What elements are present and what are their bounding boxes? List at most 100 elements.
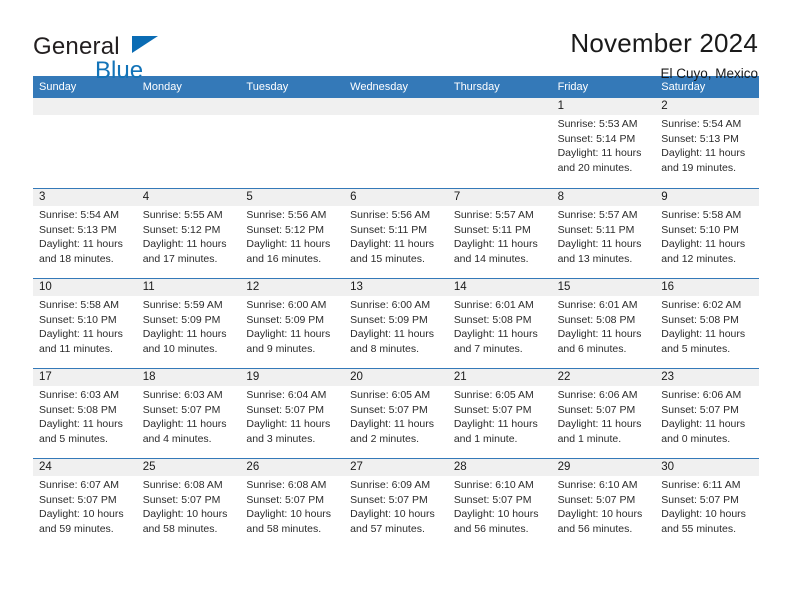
sunrise-text: Sunrise: 6:03 AM (39, 389, 119, 401)
sunrise-text: Sunrise: 6:01 AM (453, 299, 534, 311)
calendar-day-cell[interactable]: 26 Sunrise: 6:08 AM Sunset: 5:07 PM Dayligh… (240, 459, 345, 548)
daylight-text: Daylight: 11 hours and 20 minutes. (557, 147, 642, 174)
day-sun-info: Sunrise: 6:01 AM Sunset: 5:08 PM Daylight:… (552, 296, 656, 356)
sunset-text: Sunset: 5:07 PM (246, 403, 325, 416)
sunset-text: Sunset: 5:11 PM (350, 223, 427, 236)
daylight-text: Daylight: 10 hours and 58 minutes. (142, 508, 228, 535)
sunrise-text: Sunrise: 6:06 AM (661, 389, 742, 401)
day-number (447, 98, 552, 115)
calendar-day-cell[interactable]: 30 Sunrise: 6:11 AM Sunset: 5:07 PM Dayligh… (655, 459, 759, 548)
calendar-day-cell[interactable]: 29 Sunrise: 6:10 AM Sunset: 5:07 PM Dayligh… (551, 459, 656, 548)
calendar-day-cell[interactable]: 15 Sunrise: 6:01 AM Sunset: 5:08 PM Dayligh… (551, 279, 656, 368)
calendar-day-cell[interactable]: 17 Sunrise: 6:03 AM Sunset: 5:08 PM Dayligh… (33, 369, 137, 458)
sunrise-text: Sunrise: 6:06 AM (557, 389, 638, 401)
weekday-header-wednesday: Wednesday (350, 81, 409, 93)
calendar-day-cell[interactable]: 3 Sunrise: 5:54 AM Sunset: 5:13 PM Daylight… (33, 189, 137, 278)
sunset-text: Sunset: 5:09 PM (142, 313, 221, 326)
day-sun-info: Sunrise: 5:56 AM Sunset: 5:12 PM Daylight:… (240, 206, 344, 266)
day-number: 23 (655, 369, 759, 386)
day-sun-info: Sunrise: 5:54 AM Sunset: 5:13 PM Daylight:… (33, 206, 137, 266)
day-sun-info: Sunrise: 6:01 AM Sunset: 5:08 PM Daylight:… (448, 296, 552, 356)
sunset-text: Sunset: 5:13 PM (39, 223, 117, 236)
sunrise-text: Sunrise: 6:03 AM (142, 389, 223, 401)
calendar-day-cell[interactable]: 28 Sunrise: 6:10 AM Sunset: 5:07 PM Dayligh… (447, 459, 552, 548)
sunrise-text: Sunrise: 5:58 AM (39, 299, 119, 311)
sunrise-text: Sunrise: 5:56 AM (350, 209, 431, 221)
daylight-text: Daylight: 11 hours and 1 minute. (453, 418, 538, 445)
calendar-day-cell[interactable]: 4 Sunrise: 5:55 AM Sunset: 5:12 PM Daylight… (136, 189, 241, 278)
calendar-day-cell[interactable]: 2 Sunrise: 5:54 AM Sunset: 5:13 PM Daylight… (655, 98, 759, 188)
day-number: 28 (447, 459, 552, 476)
day-sun-info: Sunrise: 5:56 AM Sunset: 5:11 PM Daylight:… (344, 206, 448, 266)
sunset-text: Sunset: 5:08 PM (39, 403, 117, 416)
calendar-day-cell[interactable]: 6 Sunrise: 5:56 AM Sunset: 5:11 PM Daylight… (344, 189, 448, 278)
calendar-day-cell[interactable]: 23 Sunrise: 6:06 AM Sunset: 5:07 PM Dayligh… (655, 369, 759, 458)
brand-name-blue: Blue (95, 57, 144, 84)
sunrise-text: Sunrise: 6:01 AM (557, 299, 638, 311)
daylight-text: Daylight: 11 hours and 15 minutes. (350, 238, 434, 265)
daylight-text: Daylight: 11 hours and 9 minutes. (246, 328, 331, 355)
sunrise-text: Sunrise: 5:57 AM (557, 209, 638, 221)
calendar-day-cell[interactable]: 7 Sunrise: 5:57 AM Sunset: 5:11 PM Daylight… (447, 189, 552, 278)
sunrise-text: Sunrise: 6:02 AM (661, 299, 742, 311)
calendar-day-cell[interactable]: 20 Sunrise: 6:05 AM Sunset: 5:07 PM Dayligh… (344, 369, 448, 458)
daylight-text: Daylight: 11 hours and 8 minutes. (350, 328, 434, 355)
day-number (344, 98, 448, 115)
calendar-day-cell[interactable]: 14 Sunrise: 6:01 AM Sunset: 5:08 PM Dayligh… (447, 279, 552, 368)
sunrise-text: Sunrise: 6:05 AM (350, 389, 431, 401)
calendar-day-cell[interactable]: 27 Sunrise: 6:09 AM Sunset: 5:07 PM Dayligh… (344, 459, 448, 548)
day-number: 6 (344, 189, 448, 206)
sunset-text: Sunset: 5:11 PM (453, 223, 531, 236)
daylight-text: Daylight: 11 hours and 6 minutes. (557, 328, 642, 355)
calendar-day-cell[interactable]: 16 Sunrise: 6:02 AM Sunset: 5:08 PM Dayligh… (655, 279, 759, 368)
sunrise-text: Sunrise: 6:11 AM (661, 479, 741, 491)
calendar-day-cell[interactable]: 8 Sunrise: 5:57 AM Sunset: 5:11 PM Daylight… (551, 189, 656, 278)
day-sun-info: Sunrise: 5:57 AM Sunset: 5:11 PM Daylight:… (552, 206, 656, 266)
day-number: 4 (136, 189, 241, 206)
sunset-text: Sunset: 5:12 PM (246, 223, 325, 236)
sunrise-text: Sunrise: 6:00 AM (350, 299, 431, 311)
calendar-day-cell[interactable]: 9 Sunrise: 5:58 AM Sunset: 5:10 PM Daylight… (655, 189, 759, 278)
day-number (240, 98, 345, 115)
page-title: November 2024 (570, 28, 758, 58)
day-sun-info: Sunrise: 5:58 AM Sunset: 5:10 PM Daylight:… (33, 296, 137, 356)
day-number: 11 (136, 279, 241, 296)
calendar-day-cell[interactable]: 1 Sunrise: 5:53 AM Sunset: 5:14 PM Daylight… (551, 98, 656, 188)
weekday-header-thursday: Thursday (453, 81, 500, 93)
day-number: 18 (136, 369, 241, 386)
daylight-text: Daylight: 11 hours and 1 minute. (557, 418, 642, 445)
calendar-weeks: 1 Sunrise: 5:53 AM Sunset: 5:14 PM Daylight… (33, 98, 759, 548)
sunset-text: Sunset: 5:14 PM (557, 132, 636, 145)
daylight-text: Daylight: 11 hours and 12 minutes. (661, 238, 746, 265)
calendar-day-cell[interactable]: 18 Sunrise: 6:03 AM Sunset: 5:07 PM Dayligh… (136, 369, 241, 458)
calendar-day-cell[interactable]: 21 Sunrise: 6:05 AM Sunset: 5:07 PM Dayligh… (447, 369, 552, 458)
daylight-text: Daylight: 11 hours and 13 minutes. (557, 238, 642, 265)
day-sun-info: Sunrise: 5:54 AM Sunset: 5:13 PM Daylight:… (655, 115, 759, 175)
brand-logo[interactable]: General Blue (33, 28, 223, 84)
calendar-day-cell[interactable]: 12 Sunrise: 6:00 AM Sunset: 5:09 PM Dayligh… (240, 279, 345, 368)
calendar-day-cell[interactable]: 13 Sunrise: 6:00 AM Sunset: 5:09 PM Dayligh… (344, 279, 448, 368)
day-number: 8 (551, 189, 656, 206)
calendar-day-cell[interactable]: 11 Sunrise: 5:59 AM Sunset: 5:09 PM Dayligh… (136, 279, 241, 368)
sunset-text: Sunset: 5:07 PM (246, 493, 325, 506)
calendar-grid: Sunday Monday Tuesday Wednesday Thursday Frid… (33, 76, 759, 548)
page-header: General Blue November 2024 El Cuyo, Mexi… (0, 0, 792, 84)
day-sun-info: Sunrise: 5:53 AM Sunset: 5:14 PM Daylight:… (552, 115, 656, 175)
day-sun-info: Sunrise: 6:07 AM Sunset: 5:07 PM Daylight:… (33, 476, 137, 536)
calendar-day-cell[interactable]: 10 Sunrise: 5:58 AM Sunset: 5:10 PM Dayligh… (33, 279, 137, 368)
sunrise-text: Sunrise: 5:57 AM (453, 209, 534, 221)
calendar-day-cell[interactable]: 24 Sunrise: 6:07 AM Sunset: 5:07 PM Dayligh… (33, 459, 137, 548)
day-sun-info: Sunrise: 6:05 AM Sunset: 5:07 PM Daylight:… (448, 386, 552, 446)
daylight-text: Daylight: 11 hours and 14 minutes. (453, 238, 538, 265)
calendar-day-cell[interactable]: 19 Sunrise: 6:04 AM Sunset: 5:07 PM Dayligh… (240, 369, 345, 458)
calendar-day-cell[interactable]: 25 Sunrise: 6:08 AM Sunset: 5:07 PM Dayligh… (136, 459, 241, 548)
daylight-text: Daylight: 10 hours and 56 minutes. (557, 508, 643, 535)
day-number: 21 (447, 369, 552, 386)
day-sun-info: Sunrise: 6:06 AM Sunset: 5:07 PM Daylight:… (655, 386, 759, 446)
calendar-day-cell[interactable]: 22 Sunrise: 6:06 AM Sunset: 5:07 PM Dayligh… (551, 369, 656, 458)
sunset-text: Sunset: 5:07 PM (453, 403, 532, 416)
sunrise-text: Sunrise: 6:10 AM (557, 479, 638, 491)
day-number: 19 (240, 369, 345, 386)
calendar-day-cell[interactable]: 5 Sunrise: 5:56 AM Sunset: 5:12 PM Daylight… (240, 189, 345, 278)
sunrise-text: Sunrise: 6:04 AM (246, 389, 327, 401)
